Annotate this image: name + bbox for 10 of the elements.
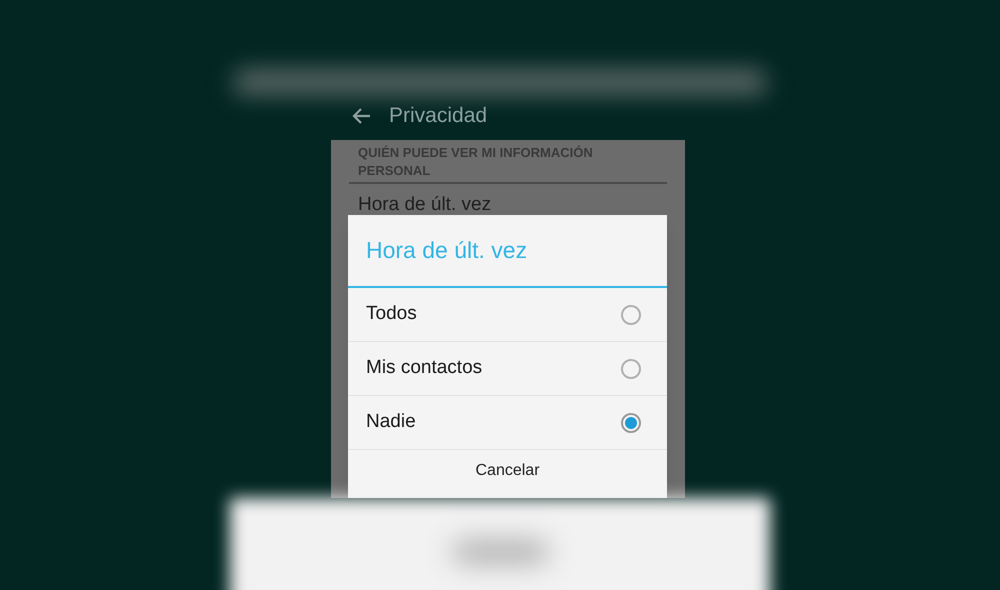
radio-option[interactable]: Nadie (348, 396, 667, 450)
radio-option[interactable]: Todos (348, 288, 667, 342)
back-arrow-icon[interactable] (351, 107, 371, 125)
radio-button[interactable] (621, 304, 641, 324)
radio-button[interactable] (621, 412, 641, 432)
radio-option[interactable]: Mis contactos (348, 342, 667, 396)
cancel-button[interactable]: Cancelar (348, 450, 667, 498)
dialog-title: Hora de últ. vez (366, 236, 528, 266)
radio-button[interactable] (621, 358, 641, 378)
screen-title: Privacidad (389, 103, 488, 130)
